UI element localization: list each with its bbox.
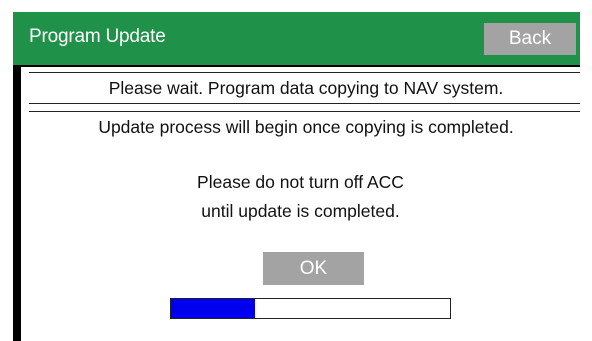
content-area: Please wait. Program data copying to NAV… <box>21 67 580 341</box>
nav-screen: Program Update Back Please wait. Program… <box>13 12 580 341</box>
warning-text-line-1: Please do not turn off ACC <box>197 172 404 192</box>
page-title: Program Update <box>29 26 166 47</box>
status-message-update: Update process will begin once copying i… <box>29 111 580 143</box>
ok-button[interactable]: OK <box>263 252 364 285</box>
progress-bar-fill <box>171 299 255 318</box>
progress-bar <box>170 298 451 319</box>
title-bar: Program Update Back <box>13 12 580 65</box>
back-button[interactable]: Back <box>484 23 576 55</box>
status-message-copying: Please wait. Program data copying to NAV… <box>29 72 580 104</box>
warning-text-line-2: until update is completed. <box>201 201 400 221</box>
